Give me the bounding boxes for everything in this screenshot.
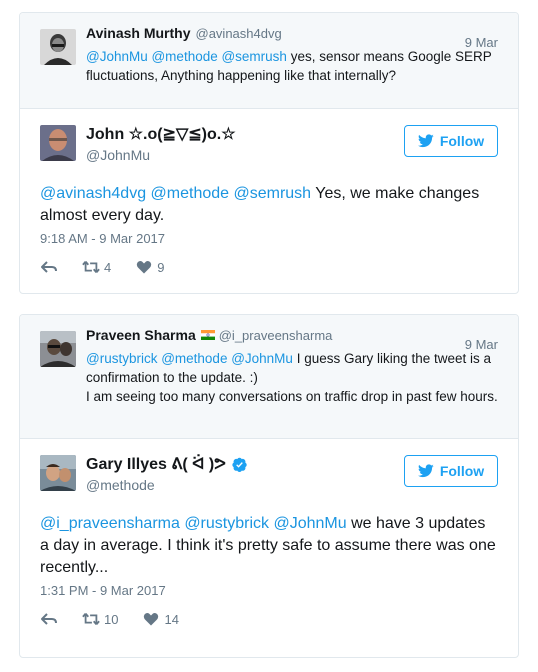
embedded-tweet-card: Avinash Murthy @avinash4dvg 9 Mar @JohnM… — [19, 12, 519, 294]
heart-icon — [144, 612, 159, 626]
like-count: 9 — [157, 259, 165, 275]
quoted-author-handle[interactable]: @avinash4dvg — [196, 26, 282, 41]
quoted-author-name[interactable]: Avinash Murthy — [86, 25, 191, 41]
reply-button[interactable] — [40, 259, 58, 275]
tweet-text: @i_praveensharma @rustybrick @JohnMu we … — [40, 515, 496, 576]
quoted-tweet-text: @rustybrick @methode @JohnMu I guess Gar… — [86, 351, 498, 404]
reply-icon — [41, 261, 57, 273]
retweet-icon — [82, 613, 100, 625]
avatar[interactable] — [40, 29, 76, 65]
quoted-tweet[interactable]: Praveen Sharma @i_praveensharma 9 Mar @r… — [20, 315, 518, 439]
quoted-tweet-text: @JohnMu @methode @semrush yes, sensor me… — [86, 49, 492, 83]
mention-link[interactable]: @rustybrick @methode @JohnMu — [86, 351, 293, 366]
quoted-tweet-date[interactable]: 9 Mar — [465, 35, 498, 50]
follow-button[interactable]: Follow — [404, 455, 498, 487]
twitter-bird-icon — [417, 134, 434, 148]
mention-link[interactable]: @avinash4dvg @methode @semrush — [40, 185, 311, 202]
tweet-timestamp[interactable]: 1:31 PM - 9 Mar 2017 — [20, 579, 518, 598]
retweet-count: 4 — [104, 259, 112, 275]
avatar[interactable] — [40, 331, 76, 367]
like-button[interactable]: 9 — [135, 259, 164, 275]
retweet-button[interactable]: 4 — [82, 259, 111, 275]
avatar[interactable] — [40, 125, 76, 161]
quoted-tweet-date[interactable]: 9 Mar — [465, 337, 498, 352]
quoted-tweet[interactable]: Avinash Murthy @avinash4dvg 9 Mar @JohnM… — [20, 13, 518, 109]
follow-button[interactable]: Follow — [404, 125, 498, 157]
like-count: 14 — [164, 611, 179, 627]
quoted-author-handle[interactable]: @i_praveensharma — [219, 328, 333, 343]
quoted-author-name[interactable]: Praveen Sharma — [86, 327, 196, 343]
reply-button[interactable] — [40, 611, 58, 627]
embedded-tweet-card: Praveen Sharma @i_praveensharma 9 Mar @r… — [19, 314, 519, 658]
twitter-bird-icon — [417, 464, 434, 478]
author-name-text[interactable]: Gary Illyes ᕕ( ᐛ )ᕗ — [86, 454, 226, 474]
avatar[interactable] — [40, 455, 76, 491]
mention-link[interactable]: @i_praveensharma @rustybrick @JohnMu — [40, 515, 347, 532]
tweet-author: John ☆.o(≧▽≦)o.☆ @JohnMu Follow — [20, 109, 518, 171]
india-flag-icon — [200, 327, 215, 340]
tweet-actions: 4 9 — [20, 246, 518, 275]
like-button[interactable]: 14 — [142, 611, 179, 627]
retweet-count: 10 — [104, 611, 119, 627]
tweet-actions: 10 14 — [20, 598, 518, 627]
tweet-timestamp[interactable]: 9:18 AM - 9 Mar 2017 — [20, 227, 518, 246]
retweet-icon — [82, 261, 100, 273]
verified-badge-icon — [232, 457, 247, 472]
follow-label: Follow — [439, 133, 485, 149]
heart-icon — [137, 260, 152, 274]
retweet-button[interactable]: 10 — [82, 611, 118, 627]
reply-icon — [41, 613, 57, 625]
follow-label: Follow — [439, 463, 485, 479]
mention-link[interactable]: @JohnMu @methode @semrush — [86, 49, 287, 64]
tweet-text: @avinash4dvg @methode @semrush Yes, we m… — [40, 185, 480, 224]
tweet-author: Gary Illyes ᕕ( ᐛ )ᕗ @methode Follow — [20, 439, 518, 501]
